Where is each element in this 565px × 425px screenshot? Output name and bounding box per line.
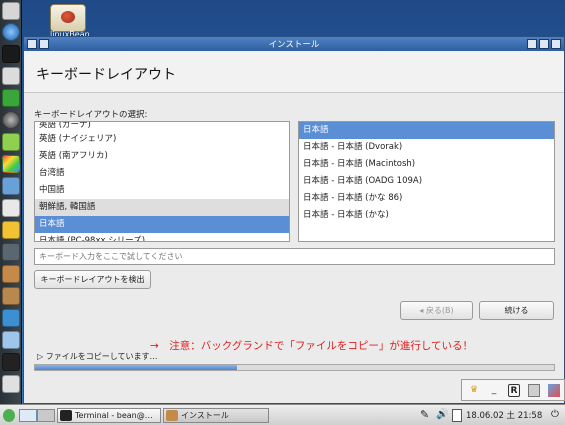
gear-icon[interactable] — [2, 243, 20, 261]
settings-icon[interactable] — [528, 384, 540, 397]
taskbar-terminal-label: Terminal - bean@… — [75, 411, 153, 420]
crown-icon[interactable]: ♛ — [468, 384, 480, 397]
keyboard-test-input[interactable] — [34, 248, 555, 265]
taskbar-installer[interactable]: インストール — [163, 408, 269, 423]
screen-icon[interactable] — [2, 331, 20, 349]
close-icon[interactable] — [551, 39, 561, 49]
language-list[interactable]: 英語 (ガーナ) 英語 (ナイジェリア) 英語 (南アフリカ) 台湾語 中国語 … — [34, 121, 290, 242]
puzzle-icon[interactable] — [2, 265, 20, 283]
variant-list[interactable]: 日本語 日本語 - 日本語 (Dvorak) 日本語 - 日本語 (Macint… — [298, 121, 555, 242]
box-icon[interactable] — [2, 287, 20, 305]
list-item[interactable]: 日本語 - 日本語 (Macintosh) — [299, 156, 554, 173]
window-titlebar[interactable]: インストール — [24, 37, 564, 51]
detect-layout-button[interactable]: キーボードレイアウトを検出 — [34, 270, 151, 289]
bean-menu-icon[interactable] — [3, 409, 15, 422]
annotation-notice: → 注意：バックグランドで「ファイルをコピー」が進行している！ — [150, 340, 474, 352]
book-icon[interactable] — [2, 89, 20, 107]
copy-progress-bar — [34, 364, 555, 371]
disc-icon[interactable] — [2, 111, 20, 129]
console-icon[interactable] — [2, 353, 20, 371]
list-item[interactable]: 英語 (ガーナ) — [35, 122, 289, 131]
monitor-icon[interactable] — [2, 177, 20, 195]
pen-icon[interactable] — [2, 67, 20, 85]
page-title: キーボードレイアウト — [36, 67, 176, 83]
list-item-selected[interactable]: 日本語 — [35, 216, 289, 233]
layout-select-label: キーボードレイアウトの選択: — [34, 110, 148, 120]
continue-button[interactable]: 続ける — [479, 301, 554, 320]
installer-window: インストール キーボードレイアウト キーボードレイアウトの選択: 英語 (ガーナ… — [23, 36, 565, 404]
list-item[interactable]: 日本語 (PC-98xx シリーズ) — [35, 233, 289, 241]
document-icon[interactable] — [452, 409, 462, 422]
list-item-selected[interactable]: 日本語 — [299, 122, 554, 139]
terminal-icon[interactable] — [2, 45, 20, 63]
chart-icon[interactable] — [2, 199, 20, 217]
arrow-icon[interactable] — [2, 221, 20, 239]
maximize-icon[interactable] — [539, 39, 549, 49]
input-method-tray: ♛ _ R — [461, 379, 565, 401]
linuxbean-desktop-icon[interactable] — [50, 4, 86, 32]
taskbar: Terminal - bean@… インストール ✎ 🔊 18.06.02 土 … — [0, 404, 565, 425]
menu-icon[interactable] — [2, 2, 20, 20]
list-item[interactable]: 中国語 — [35, 182, 289, 199]
list-item[interactable]: 朝鮮語, 韓国語 — [35, 199, 289, 216]
r-key-icon[interactable]: R — [508, 384, 520, 397]
globe-icon[interactable] — [2, 23, 20, 41]
application-dock — [0, 0, 22, 404]
taskbar-installer-label: インストール — [181, 411, 229, 420]
network-tool-icon[interactable]: ✎ — [420, 408, 429, 421]
workspace-1-icon[interactable] — [19, 409, 37, 422]
paint-icon[interactable] — [2, 155, 20, 173]
back-button[interactable]: ◂ 戻る(B) — [400, 301, 473, 320]
workspace-2-icon[interactable] — [37, 409, 55, 422]
network-icon[interactable] — [2, 309, 20, 327]
eraser-icon[interactable] — [548, 384, 560, 397]
page-header: キーボードレイアウト — [24, 51, 564, 93]
volume-icon[interactable]: 🔊 — [436, 409, 448, 420]
installer-icon — [166, 410, 178, 421]
list-item[interactable]: 台湾語 — [35, 165, 289, 182]
list-item[interactable]: 日本語 - 日本語 (OADG 109A) — [299, 173, 554, 190]
progress-fill — [35, 365, 238, 370]
window-title: インストール — [268, 40, 320, 50]
list-item[interactable]: 日本語 - 日本語 (かな 86) — [299, 190, 554, 207]
face-icon[interactable] — [2, 133, 20, 151]
list-item[interactable]: 日本語 - 日本語 (かな) — [299, 207, 554, 224]
underscore-icon[interactable]: _ — [488, 384, 500, 397]
copy-status[interactable]: ▷ ファイルをコピーしています… — [37, 351, 157, 362]
list-item[interactable]: 英語 (南アフリカ) — [35, 148, 289, 165]
clock[interactable]: 18.06.02 土 21:58 — [466, 409, 542, 421]
list-item[interactable]: 英語 (ナイジェリア) — [35, 131, 289, 148]
power-icon[interactable]: ⏻ — [551, 409, 559, 420]
list-item[interactable]: 日本語 - 日本語 (Dvorak) — [299, 139, 554, 156]
taskbar-terminal[interactable]: Terminal - bean@… — [57, 408, 161, 423]
recycle-icon[interactable] — [2, 375, 20, 393]
terminal-icon — [60, 410, 72, 421]
minimize-icon[interactable] — [527, 39, 537, 49]
